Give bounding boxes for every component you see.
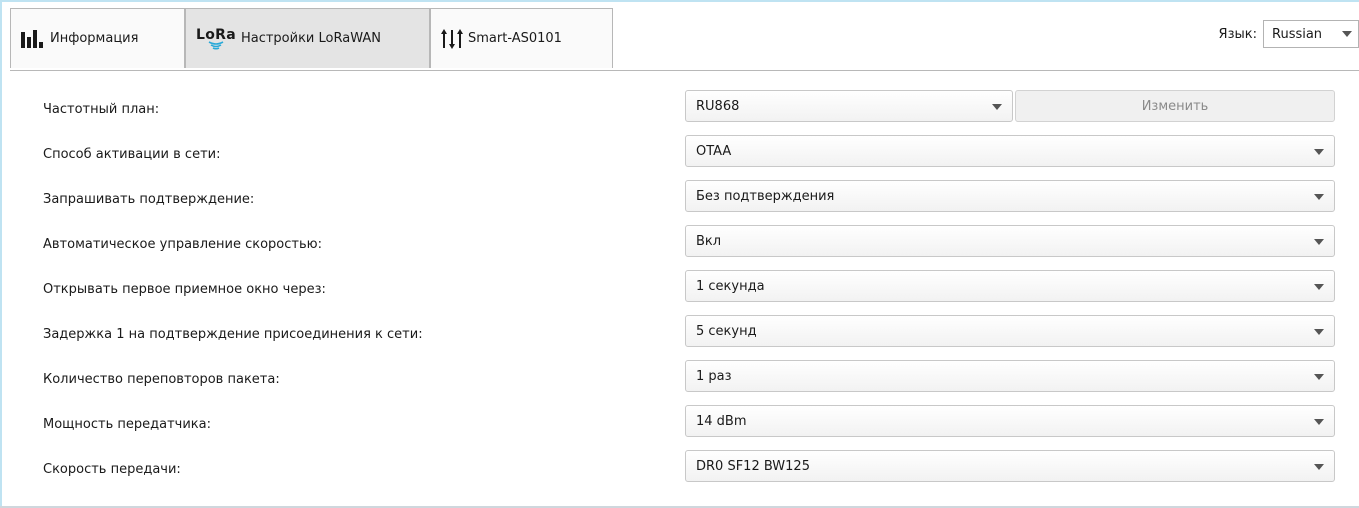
bar-chart-icon <box>21 29 45 48</box>
frequency-plan-value: RU868 <box>696 98 740 114</box>
activation-method-select[interactable]: OTAA <box>685 135 1335 167</box>
chevron-down-icon <box>992 104 1002 110</box>
activation-method-label: Способ активации в сети: <box>43 147 221 162</box>
form-row-activation-method: Способ активации в сети: OTAA <box>0 135 1359 180</box>
change-button[interactable]: Изменить <box>1015 90 1335 122</box>
join-delay-value: 5 секунд <box>696 323 757 339</box>
tab-smart-as0101[interactable]: Smart-AS0101 <box>430 8 613 68</box>
language-dropdown[interactable]: Russian <box>1263 20 1359 48</box>
chevron-down-icon <box>1342 31 1352 37</box>
retransmissions-select[interactable]: 1 раз <box>685 360 1335 392</box>
rx1-delay-select[interactable]: 1 секунда <box>685 270 1335 302</box>
chevron-down-icon <box>1314 149 1324 155</box>
confirmation-select[interactable]: Без подтверждения <box>685 180 1335 212</box>
form-row-data-rate: Скорость передачи: DR0 SF12 BW125 <box>0 450 1359 495</box>
language-selector: Язык: Russian <box>1219 20 1359 48</box>
frequency-plan-select[interactable]: RU868 <box>685 90 1013 122</box>
adr-value: Вкл <box>696 233 722 249</box>
data-rate-label: Скорость передачи: <box>43 462 181 477</box>
chevron-down-icon <box>1314 419 1324 425</box>
tab-lorawan-settings[interactable]: LoRa Настройки LoRaWAN <box>185 8 430 68</box>
confirmation-label: Запрашивать подтверждение: <box>43 192 255 207</box>
sliders-icon <box>441 28 463 49</box>
tab-information[interactable]: Информация <box>10 8 185 68</box>
chevron-down-icon <box>1314 239 1324 245</box>
chevron-down-icon <box>1314 194 1324 200</box>
lorawan-settings-form: Частотный план: RU868 Изменить Способ ак… <box>0 90 1359 495</box>
join-delay-select[interactable]: 5 секунд <box>685 315 1335 347</box>
form-row-frequency-plan: Частотный план: RU868 Изменить <box>0 90 1359 135</box>
chevron-down-icon <box>1314 284 1324 290</box>
tx-power-label: Мощность передатчика: <box>43 417 211 432</box>
form-row-tx-power: Мощность передатчика: 14 dBm <box>0 405 1359 450</box>
form-row-adr: Автоматическое управление скоростью: Вкл <box>0 225 1359 270</box>
retransmissions-value: 1 раз <box>696 368 732 384</box>
form-row-retransmissions: Количество переповторов пакета: 1 раз <box>0 360 1359 405</box>
data-rate-select[interactable]: DR0 SF12 BW125 <box>685 450 1335 482</box>
adr-select[interactable]: Вкл <box>685 225 1335 257</box>
confirmation-value: Без подтверждения <box>696 188 835 204</box>
activation-method-value: OTAA <box>696 143 732 159</box>
join-delay-label: Задержка 1 на подтверждение присоединени… <box>43 327 423 342</box>
tab-smart-as0101-label: Smart-AS0101 <box>468 31 562 46</box>
frequency-plan-label: Частотный план: <box>43 102 160 117</box>
rx1-delay-label: Открывать первое приемное окно через: <box>43 282 326 297</box>
tab-bar: Информация LoRa Настройки LoRaWAN Smart-… <box>10 8 1359 71</box>
rx1-delay-value: 1 секунда <box>696 278 765 294</box>
adr-label: Автоматическое управление скоростью: <box>43 237 322 252</box>
form-row-rx1-delay: Открывать первое приемное окно через: 1 … <box>0 270 1359 315</box>
tab-information-label: Информация <box>50 31 139 46</box>
language-value: Russian <box>1272 26 1323 42</box>
form-row-confirmation: Запрашивать подтверждение: Без подтвержд… <box>0 180 1359 225</box>
form-row-join-delay: Задержка 1 на подтверждение присоединени… <box>0 315 1359 360</box>
tx-power-value: 14 dBm <box>696 413 747 429</box>
data-rate-value: DR0 SF12 BW125 <box>696 458 810 474</box>
tab-lorawan-label: Настройки LoRaWAN <box>240 31 381 46</box>
chevron-down-icon <box>1314 329 1324 335</box>
chevron-down-icon <box>1314 374 1324 380</box>
retransmissions-label: Количество переповторов пакета: <box>43 372 280 387</box>
language-label: Язык: <box>1218 26 1257 42</box>
lora-logo-icon: LoRa <box>196 27 236 50</box>
window-top-border <box>0 0 1359 2</box>
chevron-down-icon <box>1314 464 1324 470</box>
tx-power-select[interactable]: 14 dBm <box>685 405 1335 437</box>
